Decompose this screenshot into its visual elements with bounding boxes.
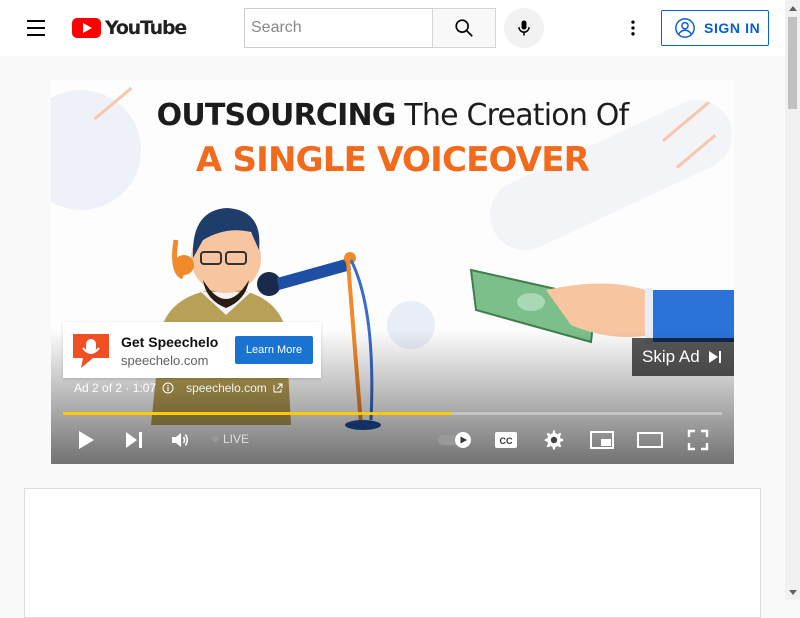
video-player[interactable]: OUTSOURCING The Creation Of A SINGLE VOI… [51,80,734,464]
autoplay-toggle[interactable] [436,427,474,453]
voice-search-button[interactable] [504,8,544,48]
live-dot [212,436,218,442]
mute-button[interactable] [167,427,193,453]
miniplayer-icon [590,431,614,449]
gear-icon [544,430,564,450]
account-icon [675,18,695,38]
closed-captions-icon: CC [495,432,517,448]
fullscreen-button[interactable] [685,427,711,453]
volume-icon [172,433,189,447]
learn-more-button[interactable]: Learn More [235,336,313,364]
triangle-up-icon [788,5,797,11]
subtitles-button[interactable]: CC [493,427,519,453]
skip-next-icon [708,351,721,363]
logo-text: YouTube [105,17,187,39]
more-vert-icon [631,20,635,36]
sign-in-button[interactable]: SIGN IN [661,10,769,46]
search-input[interactable] [245,9,433,47]
hamburger-line [27,20,45,22]
ad-progress-bar[interactable] [63,412,722,415]
ad-position-text: Ad 2 of 2 · 1:07 [74,381,157,395]
live-label: LIVE [223,432,250,446]
settings-button[interactable] [541,427,567,453]
guide-menu-button[interactable] [16,12,56,44]
skip-ad-button[interactable]: Skip Ad [632,338,734,376]
svg-text:CC: CC [500,436,513,446]
theater-mode-button[interactable] [635,427,665,453]
search-box [244,8,433,48]
play-button[interactable] [73,427,99,453]
speechelo-logo [73,334,109,368]
below-player-panel [24,488,761,618]
skip-ad-label: Skip Ad [642,347,700,366]
miniplayer-button[interactable] [589,427,615,453]
info-icon[interactable] [162,382,174,394]
ad-info: Ad 2 of 2 · 1:07 speechelo.com [74,381,283,395]
triangle-down-icon [788,589,797,595]
masthead: YouTube SIGN IN [0,0,785,56]
autoplay-toggle-icon [438,432,471,448]
next-button[interactable] [121,427,147,453]
fullscreen-icon [687,429,709,451]
skip-next-icon [126,432,142,448]
theater-mode-icon [637,432,663,448]
play-icon [79,431,94,449]
page-scrollbar[interactable] [785,0,800,600]
search-button[interactable] [432,8,496,48]
scroll-thumb[interactable] [788,17,797,109]
ad-overlay-card[interactable]: Get Speechelo speechelo.com Learn More [63,322,321,378]
hamburger-line [27,34,45,36]
microphone-icon [518,20,530,36]
scroll-up-arrow[interactable] [785,0,800,15]
search-icon [455,19,473,37]
ad-domain: speechelo.com [121,353,209,368]
sign-in-label: SIGN IN [704,20,761,36]
external-link-icon[interactable] [273,383,283,393]
youtube-logo[interactable]: YouTube [72,17,187,39]
settings-menu-button[interactable] [617,12,649,44]
scroll-down-arrow[interactable] [785,585,800,600]
ad-link-domain[interactable]: speechelo.com [186,381,267,395]
youtube-play-icon [72,18,101,38]
ad-progress-fill [63,412,452,415]
ad-title: Get Speechelo [121,334,219,350]
hamburger-line [27,27,45,29]
live-indicator[interactable]: LIVE [212,432,249,446]
